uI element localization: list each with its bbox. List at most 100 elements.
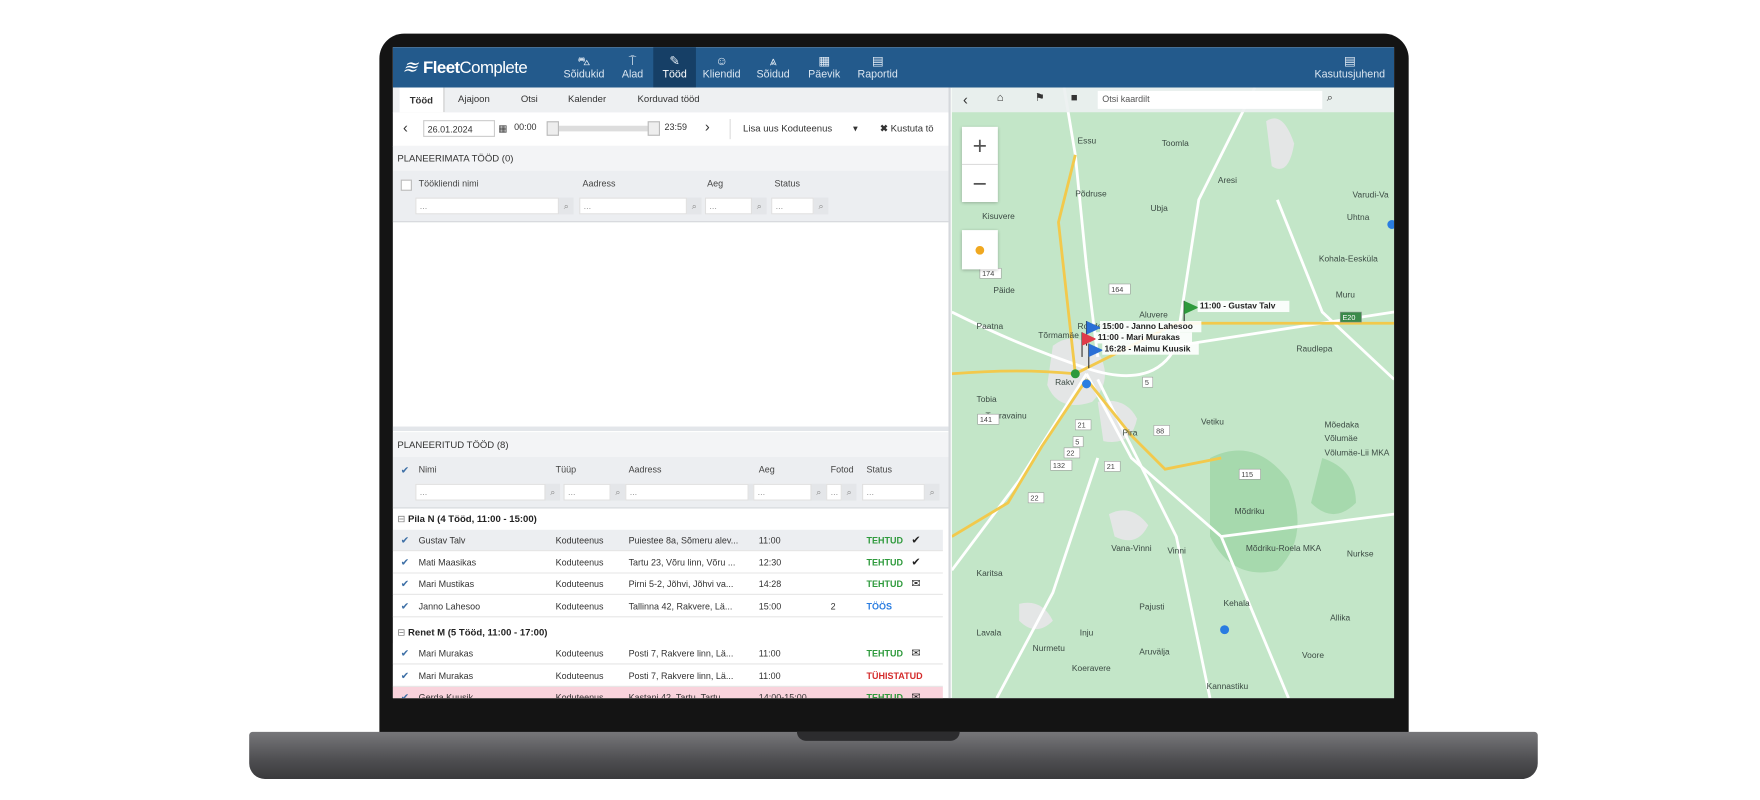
map-place-label: Ubja <box>1151 203 1169 213</box>
filter-photos[interactable]: ... <box>826 483 842 501</box>
filter-status[interactable]: ... <box>862 483 925 501</box>
nav-label: Sõidukid <box>563 67 605 81</box>
truck-icon[interactable]: ■ <box>1071 92 1078 104</box>
nav-pin[interactable]: ⍑ Alad <box>615 47 650 87</box>
search-icon[interactable]: ⌕ <box>558 197 574 215</box>
road-number-badge: E20 <box>1339 311 1362 323</box>
cell-time: 11:00 <box>758 535 781 546</box>
chevron-left-icon[interactable]: ‹ <box>963 91 968 108</box>
tab-recurring[interactable]: Korduvad tööd <box>638 93 700 104</box>
table-row[interactable]: ✔ Janno Lahesoo Koduteenus Tallinna 42, Rak… <box>392 595 943 617</box>
nav-report[interactable]: ▤ Raportid <box>851 47 905 87</box>
search-icon[interactable]: ⌕ <box>811 483 827 501</box>
collapse-icon[interactable]: ⊟ <box>397 513 408 524</box>
row-checkbox[interactable]: ✔ <box>401 530 409 551</box>
slider-end-handle[interactable] <box>647 121 661 136</box>
col-name: Nimi <box>418 464 437 475</box>
cell-time: 11:00 <box>758 670 781 681</box>
svg-text:88: 88 <box>1156 426 1164 435</box>
cell-address: Tallinna 42, Rakvere, Lä... <box>628 601 733 612</box>
search-icon[interactable]: ⌕ <box>1327 92 1333 104</box>
search-icon[interactable]: ⌕ <box>924 483 940 501</box>
filter-time[interactable]: ... <box>704 197 753 215</box>
unplanned-table-header: Töökliendi nimi Aadress Aeg Status ... ⌕ … <box>392 170 949 223</box>
search-icon[interactable]: ⌕ <box>813 197 829 215</box>
nav-calendar[interactable]: ▦ Päevik <box>801 47 846 87</box>
group-header[interactable]: ⊟ Renet M (5 Tööd, 11:00 - 17:00) <box>393 622 949 642</box>
fleetcomplete-logo[interactable]: ≋ FleetComplete <box>400 56 527 78</box>
search-icon[interactable]: ⌕ <box>545 483 561 501</box>
row-checkbox[interactable]: ✔ <box>401 552 409 573</box>
road-number-badge: 22 <box>1063 447 1081 459</box>
vehicle-marker <box>1387 220 1395 229</box>
next-day-button[interactable]: › <box>705 118 710 135</box>
row-checkbox[interactable]: ✔ <box>401 687 409 698</box>
row-checkbox[interactable]: ✔ <box>401 643 409 664</box>
add-dropdown-arrow[interactable]: ▾ <box>853 122 858 134</box>
home-icon[interactable]: ⌂ <box>997 92 1004 104</box>
filter-time[interactable]: ... <box>753 483 812 501</box>
col-status: Status <box>866 464 892 475</box>
row-checkbox[interactable]: ✔ <box>401 574 409 595</box>
nav-road[interactable]: ⩓ Sõidud <box>750 47 797 87</box>
col-time: Aeg <box>707 178 724 189</box>
collapse-icon[interactable]: ⊟ <box>397 626 408 637</box>
filter-address[interactable]: ... <box>625 483 749 501</box>
nav-car[interactable]: ⛍ Sõidukid <box>557 47 611 87</box>
calendar-icon[interactable]: ▦ <box>498 122 507 134</box>
flag-icon[interactable]: ⚑ <box>1035 92 1045 104</box>
filter-client-name[interactable]: ... <box>415 197 559 215</box>
search-icon[interactable]: ⌕ <box>841 483 857 501</box>
table-row[interactable]: ✔ Mari Murakas Koduteenus Posti 7, Rakvere … <box>392 665 943 687</box>
cell-time: 11:00 <box>758 648 781 659</box>
job-flag-marker[interactable]: 16:28 - Maimu Kuusik <box>1088 343 1199 369</box>
map-place-label: Nurmetu <box>1033 643 1066 653</box>
help-manual-link[interactable]: ▤ Kasutusjuhend <box>1308 47 1392 87</box>
map-view[interactable]: Essu Toomla Aresi Põdruse Ubja Kisuvere Varudi… <box>951 87 1395 699</box>
table-row[interactable]: ✔ Mati Maasikas Koduteenus Tartu 23, Võru l… <box>392 551 943 574</box>
nav-wrench[interactable]: ✎ Tööd <box>653 47 696 88</box>
nav-person[interactable]: ☺ Kliendid <box>696 47 747 87</box>
tab-search[interactable]: Otsi <box>521 93 538 104</box>
map-canvas[interactable]: Essu Toomla Aresi Põdruse Ubja Kisuvere Varudi… <box>951 87 1395 699</box>
row-checkbox[interactable]: ✔ <box>401 665 409 686</box>
tab-jobs[interactable]: Tööd <box>399 87 445 113</box>
forest-areas <box>1210 450 1356 573</box>
date-input[interactable]: 26.01.2024 <box>423 120 496 137</box>
tab-timeline[interactable]: Ajajoon <box>458 93 490 104</box>
row-checkbox[interactable]: ✔ <box>401 595 409 616</box>
street-view-pegman-icon[interactable]: ● <box>961 230 998 270</box>
tab-calendar[interactable]: Kalender <box>568 93 606 104</box>
road-number-badge: 5 <box>1072 436 1084 448</box>
time-to: 23:59 <box>664 122 687 133</box>
road-number-badge: 164 <box>1108 283 1131 295</box>
select-all-checkbox[interactable] <box>400 179 412 191</box>
delete-job-button[interactable]: ✖ Kustuta tö <box>880 122 934 134</box>
zoom-in-button[interactable]: + <box>961 127 998 166</box>
time-range-slider[interactable] <box>546 121 661 136</box>
table-row[interactable]: ✔ Gerda Kuusik Koduteenus Kastani 42, Tartu… <box>392 686 943 699</box>
filter-type[interactable]: ... <box>563 483 611 501</box>
table-row[interactable]: ✔ Gustav Talv Koduteenus Puiestee 8a, Sõmer… <box>392 529 943 552</box>
cell-address: Posti 7, Rakvere linn, Lä... <box>628 670 734 681</box>
add-home-service-button[interactable]: Lisa uus Koduteenus <box>743 122 832 133</box>
search-icon[interactable]: ⌕ <box>752 197 767 215</box>
panel-splitter[interactable] <box>392 426 949 432</box>
map-place-label: Uhtna <box>1347 212 1370 222</box>
map-place-label: Pira <box>1122 428 1137 438</box>
select-all-checkbox[interactable]: ✔ <box>401 465 409 477</box>
table-row[interactable]: ✔ Mari Mustikas Koduteenus Pirni 5-2, Jõhvi… <box>392 573 943 595</box>
zoom-out-button[interactable]: − <box>962 165 998 202</box>
wrench-icon: ✎ <box>669 54 680 68</box>
map-place-label: Paatna <box>977 321 1004 331</box>
search-icon[interactable]: ⌕ <box>610 483 626 501</box>
filter-status[interactable]: ... <box>771 197 814 215</box>
filter-address[interactable]: ... <box>579 197 687 215</box>
search-icon[interactable]: ⌕ <box>686 197 702 215</box>
slider-start-handle[interactable] <box>546 121 559 136</box>
prev-day-button[interactable]: ‹ <box>403 119 408 136</box>
group-header[interactable]: ⊟ Pila N (4 Tööd, 11:00 - 15:00) <box>393 508 949 528</box>
map-search-input[interactable]: Otsi kaardilt <box>1097 90 1323 109</box>
table-row[interactable]: ✔ Mari Murakas Koduteenus Posti 7, Rakvere … <box>392 643 943 665</box>
filter-name[interactable]: ... <box>415 483 546 501</box>
